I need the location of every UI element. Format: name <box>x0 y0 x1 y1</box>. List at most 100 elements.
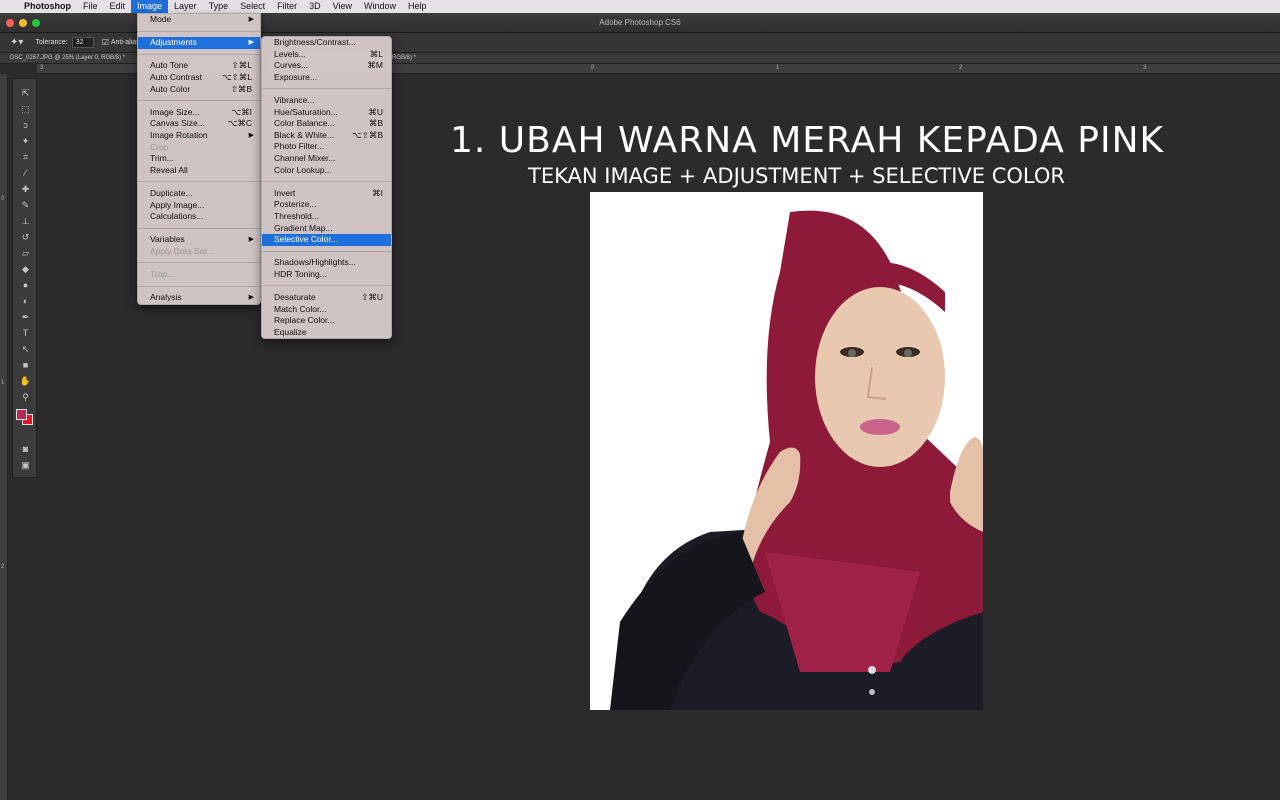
foreground-color-swatch[interactable] <box>16 409 27 420</box>
menu-item-label: Adjustments <box>150 37 197 48</box>
menu-separator <box>138 176 260 188</box>
crop-tool-icon[interactable]: ⌗ <box>13 149 38 165</box>
image_menu-item-calculations[interactable]: Calculations... <box>138 211 260 223</box>
menu-shortcut: ⌘L <box>369 48 383 59</box>
menu-shortcut: ⌥⇧⌘B <box>351 129 383 140</box>
move-tool-icon[interactable]: ⇱ <box>13 85 38 101</box>
menu-window[interactable]: Window <box>358 0 402 13</box>
magic-wand-tool-icon[interactable]: ✦ <box>13 133 38 149</box>
adjustments_menu-item-equalize[interactable]: Equalize <box>262 327 391 339</box>
adjustments_menu-item-exposure[interactable]: Exposure... <box>262 72 391 84</box>
adjustments_menu-item-curves[interactable]: Curves... ⌘M <box>262 60 391 72</box>
menu-layer[interactable]: Layer <box>168 0 203 13</box>
menu-shortcut: ⇧⌘L <box>231 60 252 71</box>
quick-mask-icon[interactable]: ◙ <box>13 441 38 457</box>
ruler-tick-label: 1 <box>1 380 5 386</box>
menu-item-label: Levels... <box>274 48 306 59</box>
adjustments_menu-item-threshold[interactable]: Threshold... <box>262 211 391 223</box>
adjustments_menu-item-match-color[interactable]: Match Color... <box>262 304 391 316</box>
adjustments_menu-item-channel-mixer[interactable]: Channel Mixer... <box>262 153 391 165</box>
menu-edit[interactable]: Edit <box>104 0 132 13</box>
adjustments_menu-item-invert[interactable]: Invert ⌘I <box>262 188 391 200</box>
adjustments_menu-item-color-lookup[interactable]: Color Lookup... <box>262 165 391 177</box>
adjustments_menu-item-vibrance[interactable]: Vibrance... <box>262 95 391 107</box>
menu-shortcut: ⌘B <box>368 118 383 129</box>
document-canvas-image[interactable] <box>590 192 983 710</box>
eyedropper-tool-icon[interactable]: ⁄ <box>13 165 38 181</box>
menu-shortcut: ⌥⇧⌘L <box>221 71 252 82</box>
adjustments_menu-item-posterize[interactable]: Posterize... <box>262 199 391 211</box>
image_menu-item-apply-data-set: Apply Data Set... <box>138 246 260 258</box>
adjustments_menu-item-gradient-map[interactable]: Gradient Map... <box>262 223 391 235</box>
image_menu-item-auto-tone[interactable]: Auto Tone ⇧⌘L <box>138 60 260 72</box>
menu-view[interactable]: View <box>327 0 358 13</box>
image_menu-item-analysis[interactable]: Analysis ▶ <box>138 292 260 304</box>
menu-3d[interactable]: 3D <box>303 0 327 13</box>
image_menu-item-adjustments[interactable]: Adjustments ▶ <box>138 37 260 49</box>
menu-separator <box>138 223 260 235</box>
image_menu-item-image-size[interactable]: Image Size... ⌥⌘I <box>138 107 260 119</box>
app-menu[interactable]: Photoshop <box>18 0 77 13</box>
image_menu-item-mode[interactable]: Mode ▶ <box>138 14 260 26</box>
menu-filter[interactable]: Filter <box>271 0 303 13</box>
brush-tool-icon[interactable]: ✎ <box>13 197 38 213</box>
menu-image[interactable]: Image <box>131 0 169 13</box>
menu-file[interactable]: File <box>77 0 104 13</box>
adjustments_menu-item-black-white[interactable]: Black & White... ⌥⇧⌘B <box>262 130 391 142</box>
antialias-checkbox[interactable]: ☑ <box>102 38 109 47</box>
menu-shortcut: ⇧⌘B <box>230 83 252 94</box>
image_menu-item-apply-image[interactable]: Apply Image... <box>138 200 260 212</box>
submenu-arrow-icon: ▶ <box>248 39 254 47</box>
eraser-tool-icon[interactable]: ▱ <box>13 245 38 261</box>
adjustments_menu-item-levels[interactable]: Levels... ⌘L <box>262 49 391 61</box>
rectangle-tool-icon[interactable]: ■ <box>13 357 38 373</box>
adjustments_menu-item-selective-color[interactable]: Selective Color... <box>262 234 391 246</box>
document-tab[interactable]: DSC_0267.JPG @ 25% (Layer 0, RGB/8) * <box>10 55 125 61</box>
image_menu-item-auto-contrast[interactable]: Auto Contrast ⌥⇧⌘L <box>138 72 260 84</box>
adjustments_menu-item-desaturate[interactable]: Desaturate ⇧⌘U <box>262 292 391 304</box>
menu-item-label: Auto Color <box>150 83 191 94</box>
healing-brush-tool-icon[interactable]: ✚ <box>13 181 38 197</box>
adjustments_menu-item-shadows-highlights[interactable]: Shadows/Highlights... <box>262 257 391 269</box>
menu-select[interactable]: Select <box>234 0 271 13</box>
path-selection-tool-icon[interactable]: ↖ <box>13 341 38 357</box>
magic-wand-preset-icon[interactable]: ✦▾ <box>10 37 23 48</box>
image_menu-item-auto-color[interactable]: Auto Color ⇧⌘B <box>138 84 260 96</box>
type-tool-icon[interactable]: T <box>13 325 38 341</box>
clone-stamp-tool-icon[interactable]: ⊥ <box>13 213 38 229</box>
adjustments_menu-item-hdr-toning[interactable]: HDR Toning... <box>262 269 391 281</box>
image_menu-item-image-rotation[interactable]: Image Rotation ▶ <box>138 130 260 142</box>
ruler-tick-label: 0 <box>591 65 595 71</box>
image_menu-item-reveal-all[interactable]: Reveal All <box>138 165 260 177</box>
adjustments_menu-item-color-balance[interactable]: Color Balance... ⌘B <box>262 118 391 130</box>
menu-item-label: Selective Color... <box>274 234 338 245</box>
blur-tool-icon[interactable]: ● <box>13 277 38 293</box>
adjustments_menu-item-brightness-contrast[interactable]: Brightness/Contrast... <box>262 37 391 49</box>
tolerance-input[interactable]: 32 <box>71 37 94 48</box>
tools-panel: ⇱ ⬚ ↄ ✦ ⌗ ⁄ ✚ ✎ ⊥ ↺ ▱ ◆ ● ◐ ✒ T ↖ ■ ✋ ⚲ … <box>12 78 37 478</box>
lasso-tool-icon[interactable]: ↄ <box>13 117 38 133</box>
paint-bucket-tool-icon[interactable]: ◆ <box>13 261 38 277</box>
history-brush-tool-icon[interactable]: ↺ <box>13 229 38 245</box>
ruler-tick-label: 3 <box>1143 65 1147 71</box>
hand-tool-icon[interactable]: ✋ <box>13 373 38 389</box>
image_menu-item-duplicate[interactable]: Duplicate... <box>138 188 260 200</box>
adjustments_menu-item-photo-filter[interactable]: Photo Filter... <box>262 141 391 153</box>
menu-item-label: Replace Color... <box>274 315 335 326</box>
submenu-arrow-icon: ▶ <box>248 16 254 23</box>
adjustments_menu-item-replace-color[interactable]: Replace Color... <box>262 315 391 327</box>
adjustments_menu-item-hue-saturation[interactable]: Hue/Saturation... ⌘U <box>262 107 391 119</box>
dodge-tool-icon[interactable]: ◐ <box>13 293 38 309</box>
marquee-tool-icon[interactable]: ⬚ <box>13 101 38 117</box>
document-tab-2[interactable]: RGB/8) * <box>392 55 416 61</box>
menu-help[interactable]: Help <box>402 0 433 13</box>
image_menu-item-trim[interactable]: Trim... <box>138 153 260 165</box>
apple-menu-icon[interactable] <box>0 0 18 13</box>
menu-type[interactable]: Type <box>203 0 235 13</box>
image_menu-item-canvas-size[interactable]: Canvas Size... ⌥⌘C <box>138 118 260 130</box>
screen-mode-icon[interactable]: ▣ <box>13 457 38 473</box>
zoom-tool-icon[interactable]: ⚲ <box>13 389 38 405</box>
pen-tool-icon[interactable]: ✒ <box>13 309 38 325</box>
image_menu-item-variables[interactable]: Variables ▶ <box>138 234 260 246</box>
antialias-label: Anti-alias <box>110 39 140 46</box>
